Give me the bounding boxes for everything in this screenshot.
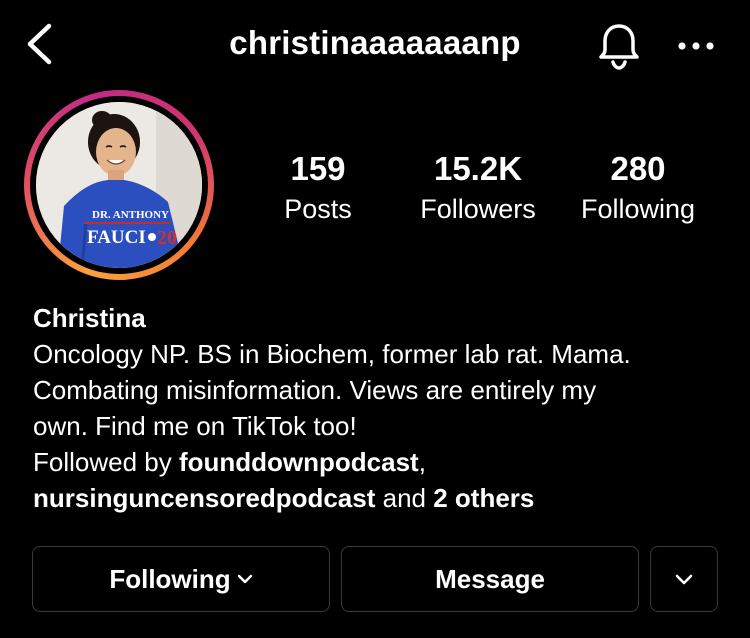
followed-by-prefix: Followed by	[33, 447, 179, 477]
following-button-label: Following	[109, 563, 231, 594]
followed-by-and: and	[375, 483, 434, 513]
stat-following[interactable]: 280 Following	[570, 150, 706, 226]
stat-followers[interactable]: 15.2K Followers	[402, 150, 554, 226]
followers-label: Followers	[420, 194, 536, 224]
posts-count: 159	[290, 150, 346, 187]
followed-by-line: Followed by founddownpodcast,	[33, 444, 733, 480]
mutual-follower-link[interactable]: nursinguncensoredpodcast	[33, 483, 375, 513]
avatar-story-ring[interactable]: DR. ANTHONY FAUCI 20	[24, 90, 214, 280]
followed-by-separator: ,	[418, 447, 426, 477]
following-button[interactable]: Following	[32, 546, 330, 612]
profile-bio: Christina Oncology NP. BS in Biochem, fo…	[33, 300, 733, 516]
following-label: Following	[580, 194, 696, 224]
chevron-down-icon	[675, 574, 693, 584]
bell-icon[interactable]	[596, 20, 642, 70]
shirt-text-line2: FAUCI	[87, 227, 146, 248]
posts-label: Posts	[284, 194, 352, 224]
message-button[interactable]: Message	[341, 546, 639, 612]
avatar-photo-illustration: DR. ANTHONY FAUCI 20	[36, 102, 202, 268]
followed-by-line-2: nursinguncensoredpodcast and 2 others	[33, 480, 733, 516]
avatar: DR. ANTHONY FAUCI 20	[36, 102, 202, 268]
ellipsis-icon[interactable]	[676, 40, 716, 52]
message-button-label: Message	[435, 563, 545, 594]
bio-line-2: Combating misinformation. Views are enti…	[33, 375, 597, 405]
followers-count: 15.2K	[433, 150, 523, 187]
bio-line-3: own. Find me on TikTok too!	[33, 411, 357, 441]
bio-line-1: Oncology NP. BS in Biochem, former lab r…	[33, 339, 631, 369]
stat-posts[interactable]: 159 Posts	[258, 150, 378, 226]
mutual-follower-link[interactable]: founddownpodcast	[179, 447, 419, 477]
mutual-followers-others-link[interactable]: 2 others	[433, 483, 534, 513]
shirt-text-line3: 20	[157, 227, 177, 249]
shirt-text-line1: DR. ANTHONY	[92, 209, 169, 221]
following-count: 280	[610, 150, 666, 187]
display-name: Christina	[33, 303, 146, 333]
profile-header: christinaaaaaaanp	[0, 0, 750, 90]
suggested-accounts-button[interactable]	[650, 546, 718, 612]
chevron-down-icon	[237, 574, 252, 584]
